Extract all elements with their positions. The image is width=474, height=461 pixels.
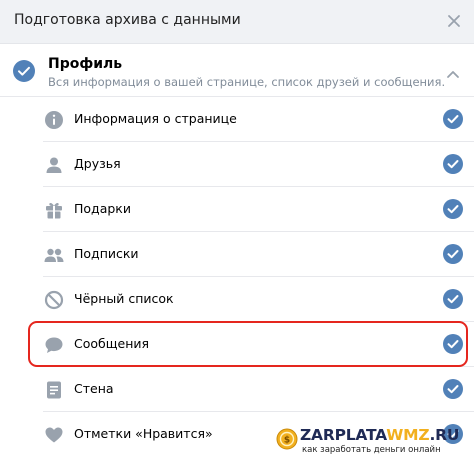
people-icon: [44, 245, 64, 265]
profile-section[interactable]: Профиль Вся информация о вашей странице,…: [0, 44, 474, 97]
list-item-blacklist[interactable]: Чёрный список: [28, 277, 474, 322]
section-title: Профиль: [48, 56, 123, 72]
export-dialog: Подготовка архива с данными Профиль Вся …: [0, 0, 474, 461]
checkbox-icon[interactable]: [442, 333, 464, 355]
svg-text:$: $: [284, 436, 290, 446]
list-item-friends[interactable]: Друзья: [28, 142, 474, 187]
close-icon[interactable]: [446, 13, 462, 29]
heart-icon: [44, 425, 64, 445]
wall-icon: [44, 380, 64, 400]
chevron-up-icon[interactable]: [444, 66, 462, 78]
item-label: Отметки «Нравится»: [74, 426, 213, 441]
list-item-info[interactable]: Информация о странице: [28, 97, 474, 142]
coin-logo-icon: $: [276, 428, 298, 450]
checkbox-icon[interactable]: [442, 243, 464, 265]
list-item-messages[interactable]: Сообщения: [28, 322, 474, 367]
checkbox-icon[interactable]: [442, 108, 464, 130]
watermark: $ ZARPLATAWMZ.RU как заработать деньги о…: [276, 424, 472, 460]
item-label: Друзья: [74, 156, 121, 171]
checkbox-icon[interactable]: [442, 153, 464, 175]
dialog-header: Подготовка архива с данными: [0, 0, 474, 44]
item-label: Стена: [74, 381, 114, 396]
item-label: Сообщения: [74, 336, 150, 351]
list-item-wall[interactable]: Стена: [28, 367, 474, 412]
item-label: Информация о странице: [74, 111, 237, 126]
item-label: Подарки: [74, 201, 131, 216]
info-icon: [44, 110, 64, 130]
checkbox-icon[interactable]: [442, 288, 464, 310]
person-icon: [44, 155, 64, 175]
checkbox-icon[interactable]: [442, 378, 464, 400]
gift-icon: [44, 200, 64, 220]
list-item-subscriptions[interactable]: Подписки: [28, 232, 474, 277]
item-label: Подписки: [74, 246, 139, 261]
profile-checkbox-icon[interactable]: [12, 59, 36, 83]
checkbox-icon[interactable]: [442, 198, 464, 220]
list-item-gifts[interactable]: Подарки: [28, 187, 474, 232]
section-subtitle: Вся информация о вашей странице, список …: [48, 75, 446, 89]
message-icon: [44, 335, 64, 355]
watermark-subtitle: как заработать деньги онлайн: [302, 445, 441, 455]
watermark-title: ZARPLATAWMZ.RU: [300, 426, 460, 444]
dialog-title: Подготовка архива с данными: [14, 12, 241, 28]
block-icon: [44, 290, 64, 310]
item-label: Чёрный список: [74, 291, 174, 306]
